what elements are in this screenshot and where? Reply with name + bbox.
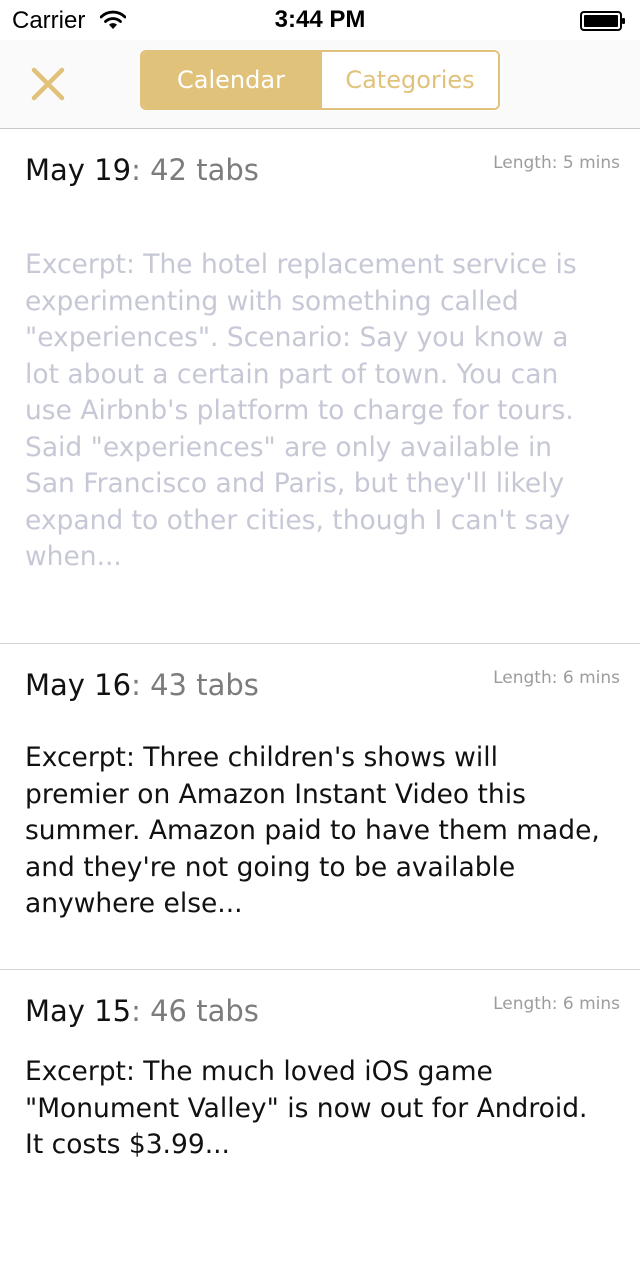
entry-date-separator: : (131, 994, 141, 1028)
close-button[interactable] (28, 64, 68, 104)
status-bar: Carrier 3:44 PM (0, 0, 640, 40)
entry-date-separator: : (131, 668, 141, 702)
entry-date: May 19: 42 tabs (25, 153, 259, 187)
feed-entry[interactable]: May 19: 42 tabs Length: 5 mins Excerpt: … (0, 129, 640, 644)
entry-date: May 15: 46 tabs (25, 994, 259, 1028)
entry-excerpt: Excerpt: Three children's shows will pre… (25, 742, 600, 919)
view-segmented-control: Calendar Categories (140, 50, 500, 110)
close-icon (31, 67, 65, 101)
segment-categories[interactable]: Categories (322, 52, 498, 108)
reading-feed: May 19: 42 tabs Length: 5 mins Excerpt: … (0, 129, 640, 1270)
status-time: 3:44 PM (274, 6, 366, 33)
entry-date-label: May 16 (25, 668, 132, 702)
feed-entry[interactable]: May 15: 46 tabs Length: 6 mins Excerpt: … (0, 970, 640, 1270)
entry-tab-count: 42 tabs (150, 153, 259, 187)
battery-icon (580, 11, 625, 31)
entry-excerpt: Excerpt: The much loved iOS game "Monume… (25, 1056, 588, 1160)
nav-bar: Calendar Categories (0, 40, 640, 129)
entry-length: Length: 6 mins (493, 994, 620, 1014)
entry-length: Length: 6 mins (493, 668, 620, 688)
entry-tab-count: 43 tabs (150, 668, 259, 702)
feed-entry[interactable]: May 16: 43 tabs Length: 6 mins Excerpt: … (0, 644, 640, 970)
entry-tab-count: 46 tabs (150, 994, 259, 1028)
entry-date-label: May 15 (25, 994, 132, 1028)
segment-calendar[interactable]: Calendar (142, 52, 322, 108)
entry-excerpt: Excerpt: The hotel replacement service i… (25, 249, 577, 572)
entry-date: May 16: 43 tabs (25, 668, 259, 702)
entry-date-label: May 19 (25, 153, 132, 187)
entry-length: Length: 5 mins (493, 153, 620, 173)
entry-date-separator: : (131, 153, 141, 187)
